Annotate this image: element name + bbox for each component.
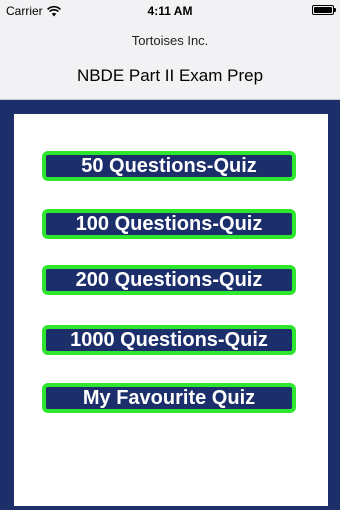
battery-icon <box>312 5 336 15</box>
status-bar: Carrier 4:11 AM <box>0 0 340 22</box>
quiz-menu-panel: 50 Questions-Quiz 100 Questions-Quiz 200… <box>14 114 328 506</box>
page-title: NBDE Part II Exam Prep <box>76 66 264 85</box>
favourite-quiz-button[interactable]: My Favourite Quiz <box>42 383 296 413</box>
quiz-50-button[interactable]: 50 Questions-Quiz <box>42 151 296 181</box>
quiz-1000-button[interactable]: 1000 Questions-Quiz <box>42 325 296 355</box>
quiz-100-button[interactable]: 100 Questions-Quiz <box>42 209 296 239</box>
nav-header: Carrier 4:11 AM Tortoises Inc. NBDE Part… <box>0 0 340 100</box>
company-name: Tortoises Inc. <box>131 33 209 48</box>
clock: 4:11 AM <box>147 4 193 18</box>
quiz-200-button[interactable]: 200 Questions-Quiz <box>42 265 296 295</box>
